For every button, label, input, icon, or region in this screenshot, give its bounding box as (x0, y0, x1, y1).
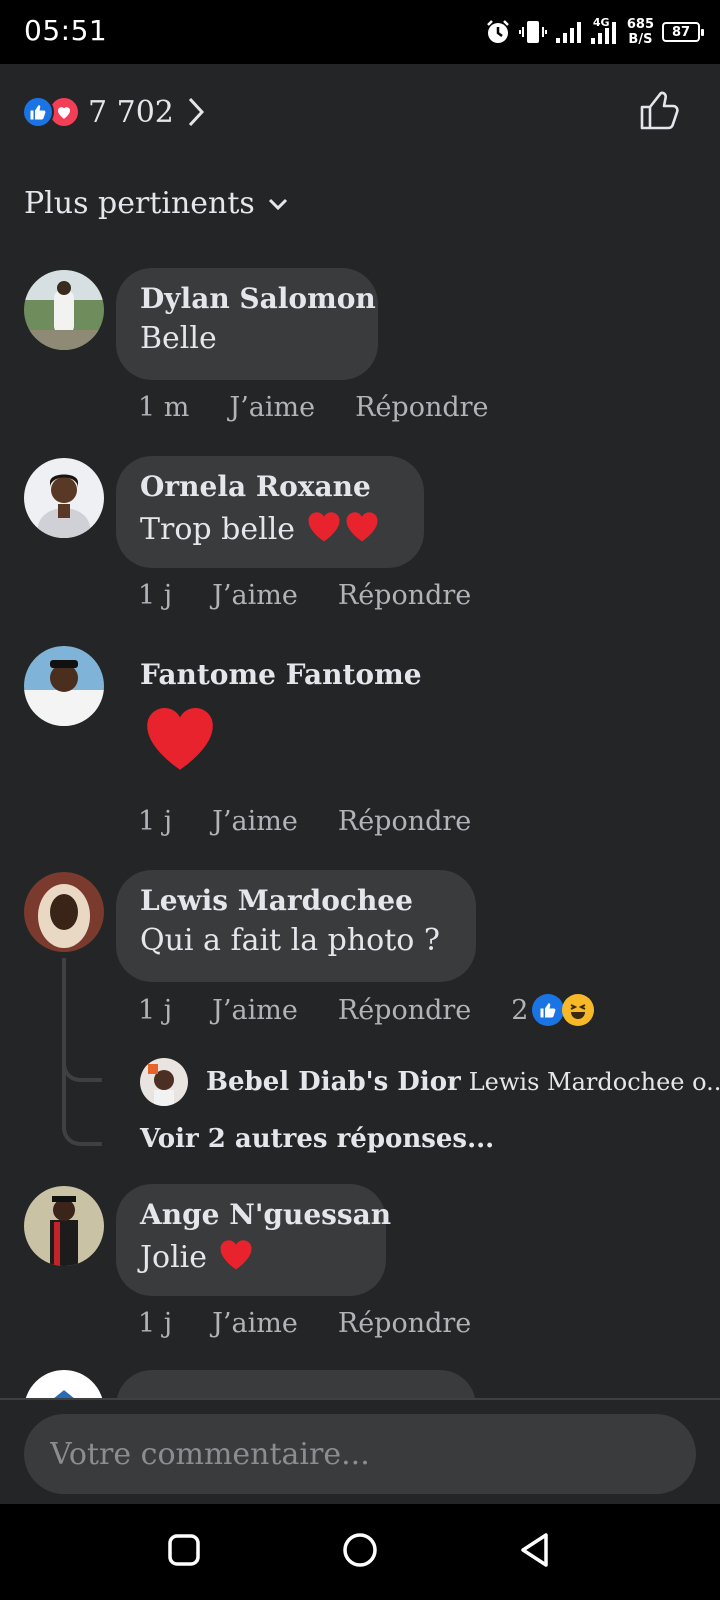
comment-bubble[interactable]: Ornela Roxane Trop belle (116, 456, 424, 568)
comment-time: 1 j (138, 1308, 173, 1339)
haha-reaction-icon (562, 994, 595, 1026)
reply-link[interactable]: Répondre (338, 806, 471, 837)
reply-author[interactable]: Bebel Diab's Dior (206, 1067, 461, 1097)
battery-level: 87 (671, 24, 691, 40)
chevron-right-icon (188, 97, 204, 127)
comment-text-row: Trop belle (140, 509, 400, 547)
comment-time: 1 j (138, 994, 173, 1026)
avatar (140, 1058, 188, 1106)
like-link[interactable]: J’aime (212, 580, 298, 611)
comment-author[interactable]: Dylan Salomon (140, 282, 376, 315)
heart-emoji-icon (147, 707, 213, 770)
recent-apps-button[interactable] (166, 1532, 202, 1568)
like-reaction-icon (22, 96, 54, 128)
reaction-count: 7 702 (88, 94, 174, 130)
comment-bubble[interactable]: Ange N'guessan Jolie (116, 1184, 391, 1296)
comment-bubble[interactable]: Lewis Mardochee Qui a fait la photo ? (116, 870, 476, 982)
home-button[interactable] (340, 1532, 380, 1572)
comment-text: Qui a fait la photo ? (140, 923, 440, 958)
comment-actions: 1 m J’aime Répondre (138, 392, 529, 423)
reply-text: Lewis Mardochee o... (468, 1068, 720, 1096)
reply-preview[interactable]: Bebel Diab's Dior Lewis Mardochee o... (140, 1058, 720, 1106)
sort-dropdown[interactable]: Plus pertinents (24, 186, 289, 221)
like-link[interactable]: J’aime (229, 392, 315, 423)
comment-input[interactable] (24, 1414, 696, 1494)
avatar[interactable] (24, 1370, 104, 1398)
comment-author[interactable]: Fantome Fantome (140, 658, 422, 691)
reply-link[interactable]: Répondre (338, 580, 471, 611)
heart-emoji-icon (220, 1240, 252, 1270)
comment-reaction-count: 2 (511, 994, 529, 1026)
like-reaction-icon (532, 994, 565, 1026)
heart-emoji-icon (308, 512, 340, 542)
battery-icon: 87 (662, 22, 704, 42)
avatar[interactable] (24, 270, 104, 350)
comment-actions: 1 j J’aime Répondre (138, 580, 511, 611)
comment-text: Trop belle (140, 512, 296, 547)
comment-time: 1 m (138, 392, 190, 423)
avatar[interactable] (24, 1186, 104, 1266)
comment-actions: 1 j J’aime Répondre 2 (138, 994, 595, 1026)
status-time: 05:51 (24, 14, 108, 47)
alarm-icon (486, 20, 509, 43)
comment-bubble[interactable]: Fantome Fantome (116, 644, 422, 784)
reply-link[interactable]: Répondre (338, 1308, 471, 1339)
comment-author[interactable]: Ornela Roxane (140, 470, 400, 503)
speed-unit: B/S (628, 32, 653, 47)
heart-emoji-icon (346, 512, 378, 542)
signal-4g-icon: 4G (589, 16, 619, 46)
thread-connector (62, 1060, 102, 1146)
like-outline-icon[interactable] (638, 88, 682, 132)
like-link[interactable]: J’aime (212, 1308, 298, 1339)
comment-text-row: Jolie (140, 1237, 362, 1275)
avatar[interactable] (24, 458, 104, 538)
chevron-down-icon (268, 198, 287, 210)
avatar[interactable] (24, 872, 104, 952)
reply-link[interactable]: Répondre (355, 392, 488, 423)
comment-bubble[interactable] (116, 1370, 476, 1398)
system-nav-bar (0, 1504, 720, 1600)
back-button[interactable] (518, 1532, 554, 1568)
comment-actions: 1 j J’aime Répondre (138, 1308, 511, 1339)
status-bar: 05:51 4G 685 B/S 87 (0, 0, 720, 64)
like-link[interactable]: J’aime (212, 806, 298, 837)
comment-time: 1 j (138, 580, 173, 611)
comment-time: 1 j (138, 806, 173, 837)
sort-label: Plus pertinents (24, 186, 255, 221)
comment-author[interactable]: Lewis Mardochee (140, 884, 452, 917)
comment-author[interactable]: Ange N'guessan (140, 1198, 391, 1231)
vibrate-icon (518, 21, 547, 43)
comment-actions: 1 j J’aime Répondre (138, 806, 511, 837)
reply-link[interactable]: Répondre (338, 995, 471, 1026)
comment-text: Belle (140, 321, 217, 356)
view-more-replies-link[interactable]: Voir 2 autres réponses... (140, 1124, 494, 1154)
comment-item-partial (0, 1370, 720, 1398)
status-icons: 4G 685 B/S 87 (485, 14, 704, 50)
comment-composer (0, 1398, 720, 1504)
like-link[interactable]: J’aime (212, 995, 298, 1026)
avatar[interactable] (24, 646, 104, 726)
reactions-summary[interactable]: 7 702 (22, 90, 206, 134)
comment-text: Jolie (140, 1240, 208, 1275)
comment-bubble[interactable]: Dylan Salomon Belle (116, 268, 378, 380)
signal-icon (555, 22, 581, 43)
speed-value: 685 (626, 17, 654, 32)
network-speed: 685 B/S (627, 17, 654, 47)
comment-reactions[interactable]: 2 (511, 994, 595, 1026)
